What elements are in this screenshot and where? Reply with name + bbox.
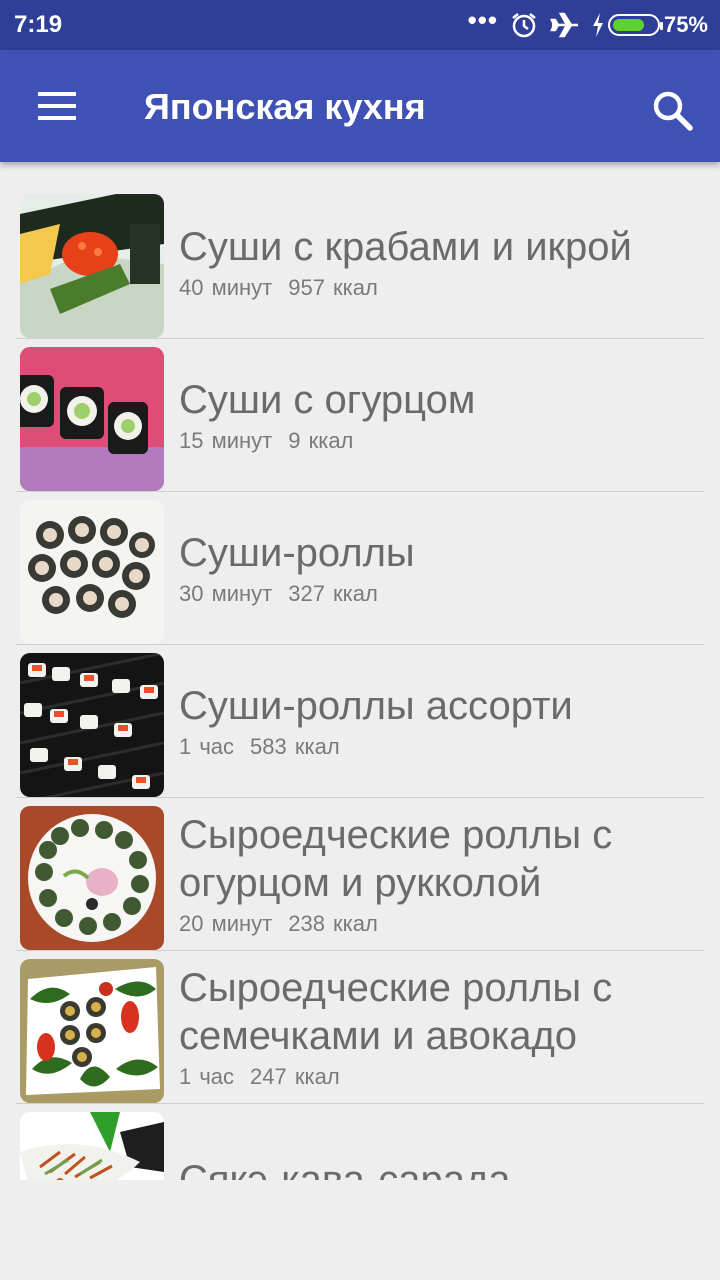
recipe-calories: 9 ккал [288, 428, 354, 453]
status-icons: ••• 75% [468, 7, 708, 39]
status-bar: 7:19 ••• 75% [0, 0, 720, 50]
recipe-time: 1 час [179, 1064, 235, 1089]
list-item[interactable]: Суши с крабами и икрой 40 минут 957 ккал [16, 186, 704, 339]
recipe-text: Суши с крабами и икрой 40 минут 957 ккал [179, 186, 694, 338]
recipe-thumbnail [20, 653, 164, 797]
recipe-title: Сыроедческие роллы с семечками и авокадо [179, 966, 613, 1058]
recipe-meta: 1 час 583 ккал [179, 734, 694, 760]
recipe-text: Сякэ-кава-сарада [179, 1104, 694, 1180]
menu-icon[interactable] [24, 82, 88, 130]
recipe-calories: 957 ккал [288, 275, 378, 300]
battery: 75% [592, 12, 708, 38]
recipe-time: 40 минут [179, 275, 273, 300]
recipe-meta: 30 минут 327 ккал [179, 581, 694, 607]
recipe-calories: 247 ккал [250, 1064, 340, 1089]
recipe-title: Суши с крабами и икрой [179, 225, 632, 269]
recipe-calories: 583 ккал [250, 734, 340, 759]
battery-icon [607, 14, 663, 36]
app-bar: Японская кухня [0, 50, 720, 162]
recipe-time: 30 минут [179, 581, 273, 606]
battery-percent: 75% [663, 12, 708, 37]
recipe-thumbnail [20, 347, 164, 491]
recipe-calories: 238 ккал [288, 911, 378, 936]
battery-level [612, 19, 645, 31]
list-item[interactable]: Суши-роллы ассорти 1 час 583 ккал [16, 645, 704, 798]
list-item[interactable]: Суши-роллы 30 минут 327 ккал [16, 492, 704, 645]
recipe-title: Суши с огурцом [179, 378, 476, 422]
recipe-title: Сякэ-кава-сарада [179, 1158, 511, 1180]
recipe-thumbnail [20, 500, 164, 644]
recipe-thumbnail [20, 1112, 164, 1180]
recipe-meta: 15 минут 9 ккал [179, 428, 694, 454]
charging-icon [592, 13, 603, 37]
recipe-thumbnail [20, 806, 164, 950]
recipe-calories: 327 ккал [288, 581, 378, 606]
recipe-meta: 20 минут 238 ккал [179, 911, 694, 937]
status-time: 7:19 [14, 11, 63, 38]
list-item[interactable]: Суши с огурцом 15 минут 9 ккал [16, 339, 704, 492]
list-item[interactable]: Сякэ-кава-сарада [16, 1104, 704, 1180]
recipe-text: Суши с огурцом 15 минут 9 ккал [179, 339, 694, 491]
recipe-time: 1 час [179, 734, 235, 759]
recipe-title: Суши-роллы ассорти [179, 684, 573, 728]
recipe-text: Суши-роллы ассорти 1 час 583 ккал [179, 645, 694, 797]
recipe-time: 20 минут [179, 911, 273, 936]
recipe-text: Сыроедческие роллы с огурцом и рукколой … [179, 798, 694, 950]
alarm-icon [512, 13, 536, 38]
recipe-time: 15 минут [179, 428, 273, 453]
more-dots-icon: ••• [467, 5, 498, 35]
recipe-thumbnail [20, 194, 164, 338]
list-item[interactable]: Сыроедческие роллы с огурцом и рукколой … [16, 798, 704, 951]
recipe-meta: 40 минут 957 ккал [179, 275, 694, 301]
airplane-icon [550, 12, 578, 38]
page-title: Японская кухня [144, 86, 426, 127]
recipe-text: Суши-роллы 30 минут 327 ккал [179, 492, 694, 644]
recipe-list[interactable]: Суши с крабами и икрой 40 минут 957 ккал … [0, 186, 720, 1180]
recipe-title: Суши-роллы [179, 531, 415, 575]
list-item[interactable]: Сыроедческие роллы с семечками и авокадо… [16, 951, 704, 1104]
recipe-text: Сыроедческие роллы с семечками и авокадо… [179, 951, 694, 1103]
recipe-thumbnail [20, 959, 164, 1103]
recipe-title: Сыроедческие роллы с огурцом и рукколой [179, 813, 613, 905]
recipe-meta: 1 час 247 ккал [179, 1064, 694, 1090]
search-icon[interactable] [646, 84, 698, 136]
